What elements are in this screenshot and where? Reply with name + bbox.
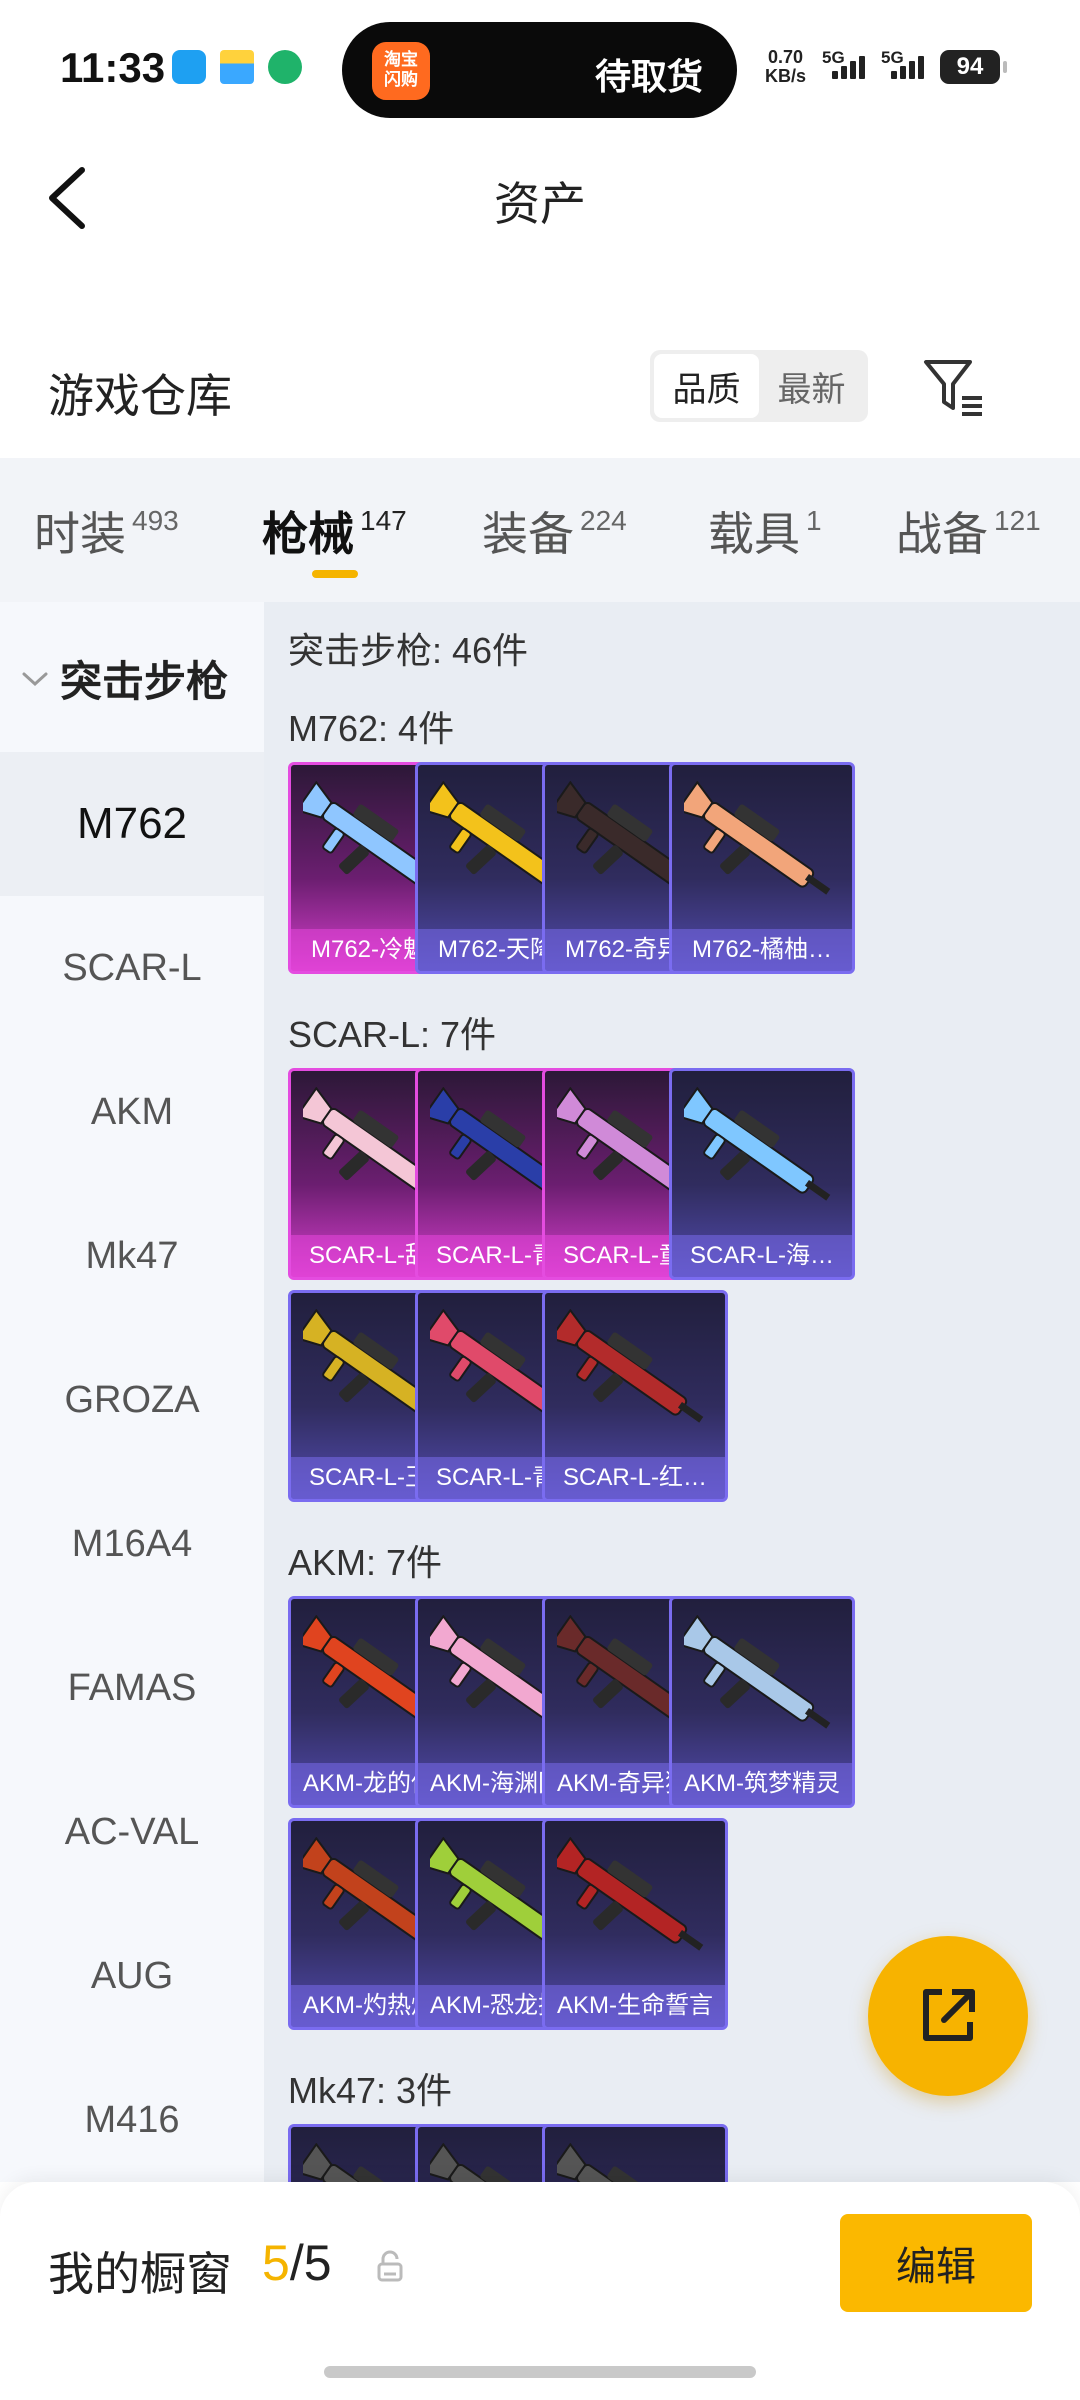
tab-label: 装备 bbox=[482, 508, 574, 560]
sidebar-item-famas[interactable]: FAMAS bbox=[0, 1616, 264, 1760]
category-tabs: 时装 493 枪械 147 装备 224 载具 1 战备 121 bbox=[0, 458, 1080, 602]
weapon-card[interactable]: AKM-筑梦精灵 bbox=[669, 1596, 855, 1808]
sidebar-item-groza[interactable]: GROZA bbox=[0, 1328, 264, 1472]
wallet-notification-icon bbox=[220, 50, 254, 84]
sidebar-item-aug[interactable]: AUG bbox=[0, 1904, 264, 2048]
sidebar-item-ac-val[interactable]: AC-VAL bbox=[0, 1760, 264, 1904]
net-speed-unit: KB/s bbox=[765, 66, 807, 86]
weapon-name: M762-橘柚… bbox=[672, 929, 852, 971]
sort-newest-button[interactable]: 最新 bbox=[759, 354, 864, 418]
tab-label: 战备 bbox=[896, 508, 988, 560]
status-bar: 11:33 淘宝 闪购 待取货 0.70 KB/s 5G 5G 94 bbox=[0, 0, 1080, 140]
section-title: SCAR-L: 7件 bbox=[288, 1014, 497, 1055]
signal-icon-2: 5G bbox=[881, 48, 925, 79]
tab-label: 载具 bbox=[708, 508, 800, 560]
weapon-name: AKM-生命誓言 bbox=[545, 1985, 725, 2027]
sidebar-item-m762[interactable]: M762 bbox=[0, 752, 264, 896]
showcase-total: /5 bbox=[289, 2235, 332, 2291]
tab-count: 147 bbox=[360, 505, 407, 536]
notification-icons bbox=[172, 50, 302, 84]
tab-weapons[interactable]: 枪械 147 bbox=[262, 498, 407, 564]
weapon-icon bbox=[557, 1309, 704, 1423]
net-speed-value: 0.70 bbox=[767, 47, 804, 67]
section-title: Mk47: 3件 bbox=[288, 2070, 453, 2111]
filter-button[interactable] bbox=[920, 352, 990, 422]
signal-icon: 5G bbox=[822, 48, 866, 79]
tab-label: 时装 bbox=[34, 508, 126, 560]
net-speed: 0.70 KB/s bbox=[765, 48, 806, 86]
active-tab-indicator bbox=[312, 570, 358, 578]
status-time: 11:33 bbox=[60, 44, 166, 91]
weapon-card[interactable]: AKM-生命誓言 bbox=[542, 1818, 728, 2030]
tab-count: 121 bbox=[994, 505, 1041, 536]
sidebar-group-assault-rifles[interactable]: 突击步枪 bbox=[20, 648, 228, 709]
sidebar-item-scar-l[interactable]: SCAR-L bbox=[0, 896, 264, 1040]
tab-supplies[interactable]: 战备 121 bbox=[896, 498, 1041, 564]
warehouse-title: 游戏仓库 bbox=[48, 370, 232, 422]
sidebar-item-mk47[interactable]: Mk47 bbox=[0, 1184, 264, 1328]
edit-showcase-button[interactable]: 编辑 bbox=[840, 2214, 1032, 2312]
tab-count: 493 bbox=[132, 505, 179, 536]
lock-icon bbox=[377, 2250, 403, 2282]
share-button[interactable] bbox=[868, 1936, 1028, 2096]
dynamic-island[interactable]: 淘宝 闪购 待取货 bbox=[342, 22, 737, 118]
sidebar-item-m416[interactable]: M416 bbox=[0, 2048, 264, 2192]
section-title: M762: 4件 bbox=[288, 708, 455, 749]
showcase-bar: 我的橱窗 5/5 编辑 bbox=[0, 2182, 1080, 2400]
tab-count: 224 bbox=[580, 505, 627, 536]
app-notification-icon bbox=[172, 50, 206, 84]
tab-label: 枪械 bbox=[262, 508, 354, 560]
island-status-text: 待取货 bbox=[594, 56, 703, 97]
weapon-name: SCAR-L-红… bbox=[545, 1457, 725, 1499]
showcase-label: 我的橱窗 bbox=[48, 2248, 232, 2300]
home-indicator bbox=[324, 2366, 756, 2378]
signal-label-2: 5G bbox=[881, 47, 904, 67]
showcase-count: 5/5 bbox=[262, 2234, 332, 2292]
status-right: 0.70 KB/s 5G 5G 94 bbox=[765, 48, 1008, 86]
chevron-down-icon bbox=[22, 672, 48, 686]
sidebar-item-akm[interactable]: AKM bbox=[0, 1040, 264, 1184]
weapon-card[interactable] bbox=[542, 2124, 728, 2182]
weapon-icon bbox=[557, 1837, 704, 1951]
filter-icon bbox=[924, 360, 982, 416]
sort-toggle: 品质 最新 bbox=[650, 350, 868, 422]
signal-label: 5G bbox=[822, 47, 845, 67]
weapon-card[interactable]: M762-橘柚… bbox=[669, 762, 855, 974]
tab-vehicles[interactable]: 载具 1 bbox=[708, 498, 822, 564]
total-count-label: 突击步枪: 46件 bbox=[288, 630, 529, 671]
sidebar-item-m16a4[interactable]: M16A4 bbox=[0, 1472, 264, 1616]
transit-notification-icon bbox=[268, 50, 302, 84]
tab-fashion[interactable]: 时装 493 bbox=[34, 498, 179, 564]
weapon-icon bbox=[684, 1615, 831, 1729]
tab-equipment[interactable]: 装备 224 bbox=[482, 498, 627, 564]
weapon-card[interactable]: SCAR-L-海… bbox=[669, 1068, 855, 1280]
page-title: 资产 bbox=[494, 178, 586, 230]
share-icon bbox=[923, 1989, 975, 2041]
weapon-name: SCAR-L-海… bbox=[672, 1235, 852, 1277]
weapon-icon bbox=[557, 2143, 688, 2182]
weapon-card[interactable]: SCAR-L-红… bbox=[542, 1290, 728, 1502]
taobao-app-icon: 淘宝 闪购 bbox=[372, 42, 430, 100]
sidebar-group-label: 突击步枪 bbox=[60, 658, 229, 705]
weapon-icon bbox=[684, 781, 831, 895]
showcase-current: 5 bbox=[262, 2235, 290, 2291]
section-title: AKM: 7件 bbox=[288, 1542, 443, 1583]
battery-icon: 94 bbox=[940, 50, 1008, 84]
tab-count: 1 bbox=[806, 505, 822, 536]
sort-quality-button[interactable]: 品质 bbox=[654, 354, 759, 418]
weapon-name: AKM-筑梦精灵 bbox=[672, 1763, 852, 1805]
weapon-icon bbox=[684, 1087, 831, 1201]
weapon-type-sidebar: 突击步枪 M762 SCAR-L AKM Mk47 GROZA M16A4 FAMAS AC-… bbox=[0, 602, 264, 2182]
